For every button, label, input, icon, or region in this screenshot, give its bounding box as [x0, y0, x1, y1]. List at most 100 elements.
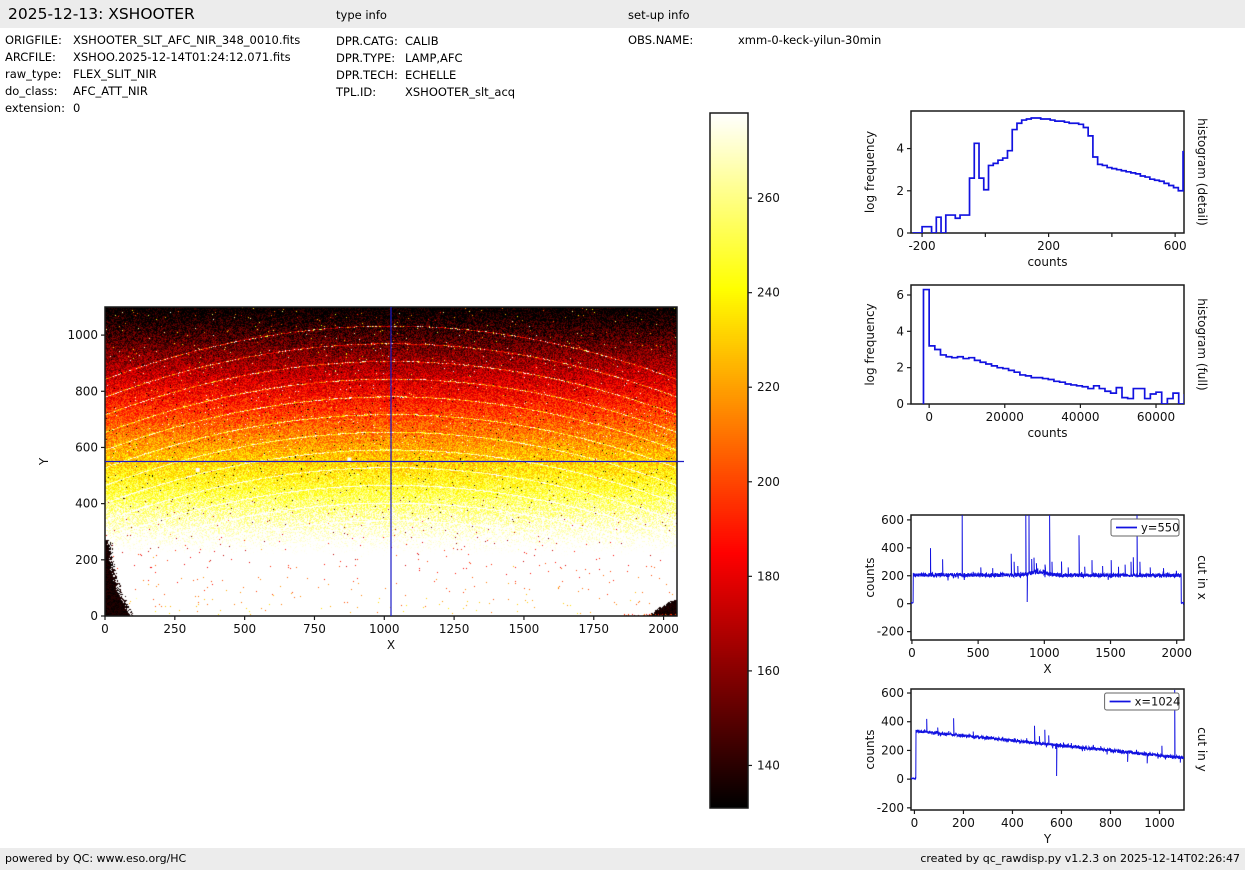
- svg-text:x=1024: x=1024: [1135, 695, 1181, 709]
- svg-text:-200: -200: [877, 801, 904, 815]
- svg-text:600: 600: [75, 440, 98, 454]
- svg-text:0: 0: [896, 397, 904, 411]
- svg-text:2000: 2000: [1161, 646, 1192, 660]
- field-dprtype-label: DPR.TYPE:: [336, 51, 396, 65]
- field-rawtype-label: raw_type:: [5, 67, 62, 81]
- svg-text:40000: 40000: [1061, 410, 1099, 424]
- svg-text:log frequency: log frequency: [863, 131, 877, 213]
- svg-text:160: 160: [757, 664, 780, 678]
- svg-text:800: 800: [1099, 816, 1122, 830]
- svg-text:1000: 1000: [369, 622, 400, 636]
- svg-text:Y: Y: [1043, 832, 1052, 846]
- svg-text:0: 0: [911, 816, 919, 830]
- svg-text:histogram (full): histogram (full): [1195, 298, 1209, 391]
- field-dprtech-label: DPR.TECH:: [336, 68, 398, 82]
- header-bar: 2025-12-13: XSHOOTER type info set-up in…: [0, 0, 1245, 28]
- svg-text:-200: -200: [877, 625, 904, 639]
- field-obsname-label: OBS.NAME:: [628, 33, 694, 47]
- svg-text:500: 500: [967, 646, 990, 660]
- svg-text:200: 200: [881, 743, 904, 757]
- svg-text:log frequency: log frequency: [863, 303, 877, 385]
- svg-text:0: 0: [896, 597, 904, 611]
- svg-text:240: 240: [757, 286, 780, 300]
- svg-text:X: X: [387, 638, 395, 652]
- field-tplid-value: XSHOOTER_slt_acq: [405, 85, 516, 99]
- field-origfile-label: ORIGFILE:: [5, 33, 62, 47]
- svg-text:1000: 1000: [1029, 646, 1060, 660]
- qc-report-page: 2025-12-13: XSHOOTER type info set-up in…: [0, 0, 1245, 870]
- svg-text:2: 2: [896, 361, 904, 375]
- svg-text:220: 220: [757, 380, 780, 394]
- svg-text:1000: 1000: [1144, 816, 1175, 830]
- svg-text:1750: 1750: [578, 622, 609, 636]
- svg-text:cut in y: cut in y: [1195, 727, 1209, 772]
- svg-text:Y: Y: [37, 457, 51, 466]
- svg-text:2: 2: [896, 184, 904, 198]
- svg-text:2000: 2000: [648, 622, 679, 636]
- svg-text:-200: -200: [908, 239, 935, 253]
- svg-text:800: 800: [75, 384, 98, 398]
- field-extension-label: extension:: [5, 101, 65, 115]
- svg-text:200: 200: [1037, 239, 1060, 253]
- svg-text:X: X: [1043, 662, 1051, 676]
- svg-text:400: 400: [75, 497, 98, 511]
- svg-text:counts: counts: [1027, 255, 1067, 269]
- svg-text:0: 0: [90, 609, 98, 623]
- svg-text:0: 0: [101, 622, 109, 636]
- colorbar-canvas: [710, 113, 748, 808]
- svg-text:counts: counts: [1027, 426, 1067, 440]
- svg-text:0: 0: [896, 772, 904, 786]
- main-image-canvas: [105, 307, 677, 616]
- svg-text:500: 500: [233, 622, 256, 636]
- svg-text:600: 600: [881, 513, 904, 527]
- field-obsname-value: xmm-0-keck-yilun-30min: [738, 33, 882, 47]
- svg-text:4: 4: [896, 324, 904, 338]
- field-doclass-value: AFC_ATT_NIR: [73, 84, 148, 98]
- svg-text:400: 400: [881, 541, 904, 555]
- svg-text:0: 0: [908, 646, 916, 660]
- svg-text:180: 180: [757, 569, 780, 583]
- svg-text:400: 400: [881, 715, 904, 729]
- svg-text:y=550: y=550: [1141, 521, 1179, 535]
- field-extension-value: 0: [73, 101, 81, 115]
- footer-bar: powered by QC: www.eso.org/HC created by…: [0, 848, 1245, 870]
- svg-text:0: 0: [896, 226, 904, 240]
- footer-created-by: created by qc_rawdisp.py v1.2.3 on 2025-…: [920, 852, 1240, 865]
- svg-text:140: 140: [757, 758, 780, 772]
- svg-text:4: 4: [896, 142, 904, 156]
- svg-text:cut in x: cut in x: [1195, 555, 1209, 600]
- svg-text:200: 200: [952, 816, 975, 830]
- svg-text:200: 200: [75, 553, 98, 567]
- field-dprtech-value: ECHELLE: [405, 68, 457, 82]
- field-doclass-label: do_class:: [5, 84, 58, 98]
- svg-text:600: 600: [881, 686, 904, 700]
- svg-text:250: 250: [163, 622, 186, 636]
- svg-text:20000: 20000: [986, 410, 1024, 424]
- svg-text:1500: 1500: [509, 622, 540, 636]
- svg-text:260: 260: [757, 191, 780, 205]
- svg-text:60000: 60000: [1137, 410, 1175, 424]
- svg-text:1500: 1500: [1095, 646, 1126, 660]
- svg-text:1250: 1250: [439, 622, 470, 636]
- field-arcfile-label: ARCFILE:: [5, 50, 56, 64]
- svg-text:0: 0: [925, 410, 933, 424]
- svg-text:200: 200: [757, 475, 780, 489]
- field-rawtype-value: FLEX_SLIT_NIR: [73, 67, 157, 81]
- svg-text:6: 6: [896, 288, 904, 302]
- footer-powered-by: powered by QC: www.eso.org/HC: [5, 852, 187, 865]
- field-arcfile-value: XSHOO.2025-12-14T01:24:12.071.fits: [73, 50, 291, 64]
- svg-text:200: 200: [881, 569, 904, 583]
- field-dprcatg-label: DPR.CATG:: [336, 34, 398, 48]
- svg-text:600: 600: [1164, 239, 1187, 253]
- field-tplid-label: TPL.ID:: [336, 85, 377, 99]
- svg-text:histogram (detail): histogram (detail): [1195, 118, 1209, 226]
- svg-text:counts: counts: [863, 557, 877, 597]
- svg-text:1000: 1000: [67, 328, 98, 342]
- page-title: 2025-12-13: XSHOOTER: [8, 5, 195, 23]
- field-origfile-value: XSHOOTER_SLT_AFC_NIR_348_0010.fits: [73, 33, 301, 47]
- svg-text:750: 750: [303, 622, 326, 636]
- svg-text:600: 600: [1050, 816, 1073, 830]
- field-dprcatg-value: CALIB: [405, 34, 439, 48]
- field-dprtype-value: LAMP,AFC: [405, 51, 463, 65]
- svg-text:400: 400: [1001, 816, 1024, 830]
